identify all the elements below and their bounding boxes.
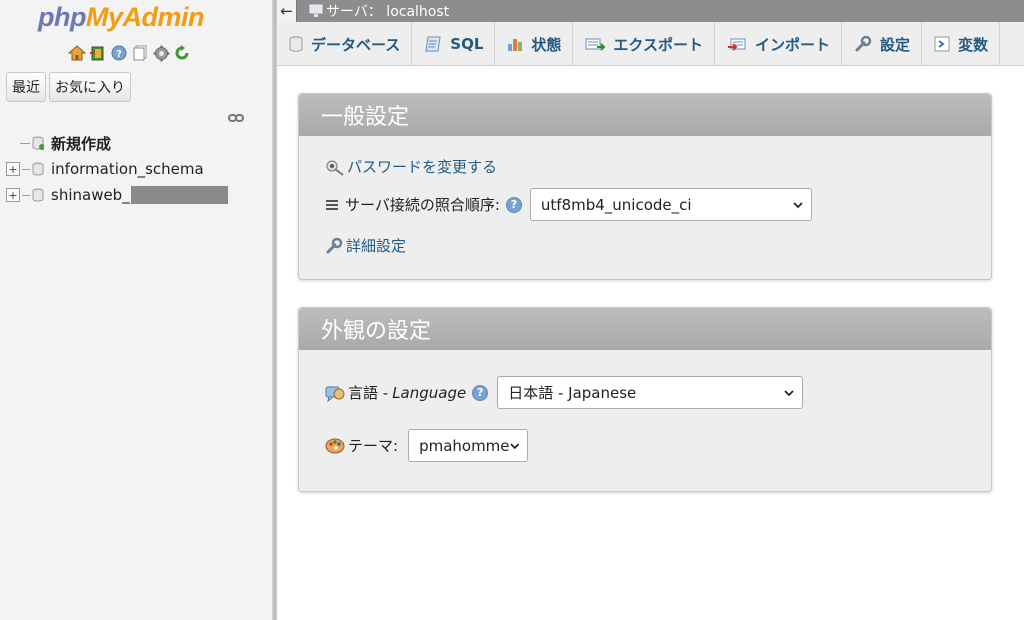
wrench-icon	[326, 237, 343, 253]
chevron-down-icon	[509, 442, 519, 449]
recent-tab[interactable]: 最近	[6, 72, 46, 102]
main-menu-tabs: データベース SQL 状態 エクスポート インポート 設定 変数	[277, 22, 1024, 66]
help-icon[interactable]: ?	[472, 384, 489, 401]
tab-settings[interactable]: 設定	[842, 22, 922, 65]
tab-import[interactable]: インポート	[715, 22, 842, 65]
more-settings-row: 詳細設定	[325, 235, 406, 256]
tree-item-shinaweb[interactable]: + shinaweb_	[6, 182, 246, 208]
tree-item-label: shinaweb_	[51, 186, 130, 204]
wrench-icon	[855, 35, 872, 52]
database-icon	[32, 188, 44, 202]
tab-label: エクスポート	[613, 35, 703, 54]
panel-title: 外観の設定	[299, 308, 991, 350]
logo-admin: Admin	[122, 2, 205, 32]
language-row: 言語 - Language ? 日本語 - Japanese	[325, 376, 804, 409]
collapse-nav-button[interactable]: ←	[277, 0, 297, 22]
server-icon	[309, 4, 323, 17]
tab-status[interactable]: 状態	[495, 22, 574, 65]
server-label[interactable]: サーバ： localhost	[326, 1, 449, 21]
navigation-panel: phpMyAdmin ? 最近 お気に入り 新規作成 + information…	[0, 0, 272, 620]
settings-gear-icon[interactable]	[152, 44, 170, 62]
tree-item-label: 新規作成	[51, 134, 112, 153]
favorites-tab[interactable]: お気に入り	[49, 72, 131, 102]
server-breadcrumb-bar: ← サーバ： localhost	[277, 0, 1024, 22]
phpmyadmin-logo[interactable]: phpMyAdmin	[38, 2, 204, 33]
list-icon	[326, 199, 338, 210]
palette-icon	[325, 438, 345, 453]
database-icon	[289, 36, 303, 52]
new-database-icon	[32, 136, 44, 150]
tab-label: 変数	[958, 35, 989, 54]
collation-row: サーバ接続の照合順序: ? utf8mb4_unicode_ci	[325, 188, 812, 221]
tab-export[interactable]: エクスポート	[573, 22, 715, 65]
panel-title: 一般設定	[299, 94, 991, 136]
help-icon[interactable]: ?	[110, 44, 128, 62]
link-icon[interactable]	[228, 108, 244, 127]
tab-label: データベース	[311, 35, 401, 54]
tab-databases[interactable]: データベース	[277, 22, 413, 65]
nav-tabs: 最近 お気に入り	[6, 72, 131, 102]
tab-variables[interactable]: 変数	[922, 22, 1001, 65]
tab-label: 設定	[879, 35, 910, 54]
logo-my: My	[85, 2, 123, 32]
language-icon	[325, 386, 345, 402]
redacted-block	[130, 186, 228, 204]
database-tree: 新規作成 + information_schema + shinaweb_	[6, 130, 246, 208]
tab-label: 状態	[531, 35, 562, 54]
change-password-link[interactable]: パスワードを変更する	[347, 156, 497, 177]
tab-sql[interactable]: SQL	[412, 22, 496, 65]
language-value: 日本語 - Japanese	[508, 384, 637, 402]
theme-row: テーマ: pmahomme	[325, 429, 529, 462]
language-label: 言語 -	[348, 384, 389, 402]
language-select[interactable]: 日本語 - Japanese	[497, 376, 804, 409]
chevron-down-icon	[784, 389, 794, 396]
change-password-row: パスワードを変更する	[325, 156, 497, 177]
expand-icon[interactable]: +	[6, 162, 20, 176]
tab-label: SQL	[450, 35, 484, 53]
sql-icon	[425, 36, 441, 52]
expand-icon[interactable]: +	[6, 188, 20, 202]
logo-php: php	[38, 2, 86, 32]
tree-item-label: information_schema	[51, 160, 204, 178]
collation-select[interactable]: utf8mb4_unicode_ci	[529, 188, 812, 221]
theme-label: テーマ:	[348, 437, 399, 455]
collation-value: utf8mb4_unicode_ci	[540, 195, 692, 214]
chevron-down-icon	[793, 201, 803, 208]
import-icon	[727, 38, 746, 51]
tab-label: インポート	[754, 35, 830, 54]
quick-icons: ?	[68, 44, 191, 62]
panel-resize-handle[interactable]	[272, 0, 277, 620]
tree-item-new[interactable]: 新規作成	[6, 130, 246, 156]
appearance-settings-panel: 外観の設定 言語 - Language ? 日本語 - Japanese テーマ…	[298, 307, 992, 492]
status-icon	[508, 39, 523, 51]
database-icon	[32, 162, 44, 176]
variables-icon	[934, 36, 950, 52]
home-icon[interactable]	[68, 44, 86, 62]
language-label-en: Language	[392, 383, 467, 402]
svg-text:?: ?	[116, 49, 122, 60]
collation-label: サーバ接続の照合順序:	[345, 196, 500, 214]
general-settings-panel: 一般設定 パスワードを変更する サーバ接続の照合順序: ? utf8mb4_un…	[298, 93, 992, 280]
help-icon[interactable]: ?	[505, 196, 522, 213]
password-icon	[326, 160, 344, 176]
exit-icon[interactable]	[89, 44, 107, 62]
theme-select[interactable]: pmahomme	[408, 429, 529, 462]
tree-item-information-schema[interactable]: + information_schema	[6, 156, 246, 182]
export-icon	[585, 38, 606, 51]
docs-icon[interactable]	[131, 44, 149, 62]
more-settings-link[interactable]: 詳細設定	[346, 235, 406, 256]
reload-icon[interactable]	[173, 44, 191, 62]
theme-value: pmahomme	[419, 436, 510, 455]
